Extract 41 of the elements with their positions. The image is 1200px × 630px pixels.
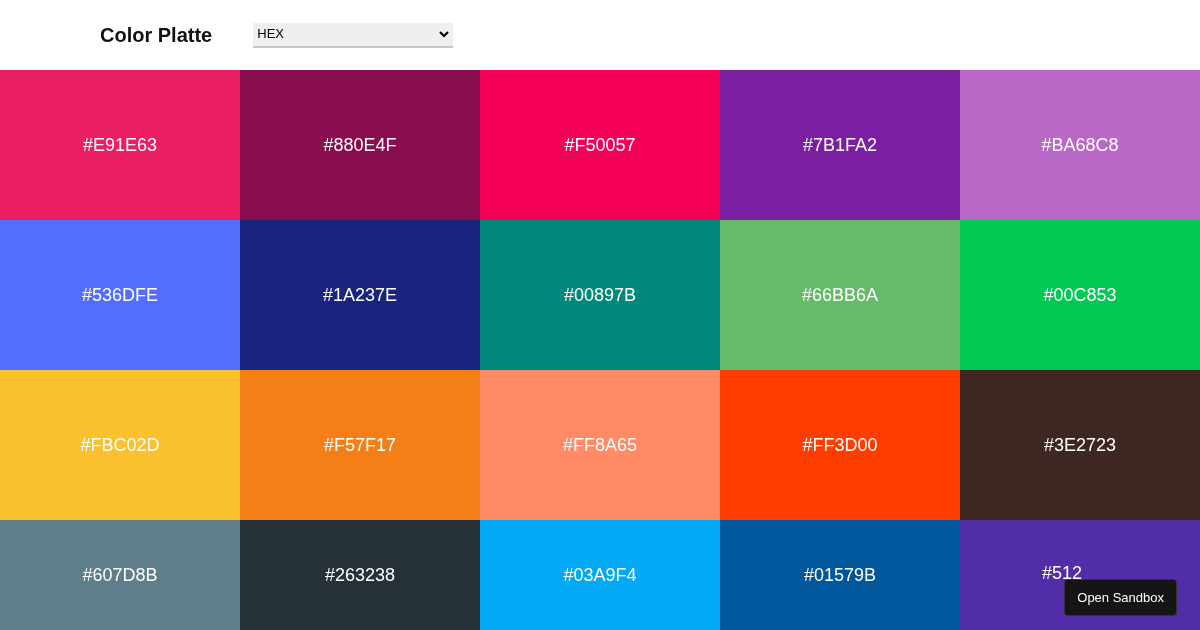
color-swatch[interactable]: #1A237E [240, 220, 480, 370]
color-swatch[interactable]: #880E4F [240, 70, 480, 220]
color-swatch[interactable]: #7B1FA2 [720, 70, 960, 220]
color-code: #00C853 [1043, 283, 1117, 307]
color-code: #66BB6A [801, 283, 879, 307]
color-swatch[interactable]: #01579B [720, 520, 960, 630]
color-code: #E91E63 [82, 133, 158, 157]
color-code: #00897B [563, 283, 637, 307]
color-code: #607D8B [82, 563, 158, 587]
color-code: #F57F17 [323, 433, 396, 457]
color-swatch[interactable]: #03A9F4 [480, 520, 720, 630]
color-swatch[interactable]: #536DFE [0, 220, 240, 370]
color-code: #3E2723 [1043, 433, 1117, 457]
open-sandbox-button[interactable]: Open Sandbox [1064, 578, 1177, 616]
page-title: Color Platte [100, 23, 213, 48]
color-swatch[interactable]: #FF8A65 [480, 370, 720, 520]
chevron-icon [439, 30, 450, 38]
color-code: #01579B [803, 563, 877, 587]
color-swatch[interactable]: #607D8B [0, 520, 240, 630]
color-swatch[interactable]: #00C853 [960, 220, 1200, 370]
color-swatch[interactable]: #F50057 [480, 70, 720, 220]
color-code: #536DFE [81, 283, 158, 307]
color-swatch[interactable]: #00897B [480, 220, 720, 370]
color-code: #FBC02D [80, 433, 160, 457]
color-code: #7B1FA2 [802, 133, 878, 157]
color-swatch[interactable]: #3E2723 [960, 370, 1200, 520]
color-swatch[interactable]: #66BB6A [720, 220, 960, 370]
color-swatch[interactable]: #263238 [240, 520, 480, 630]
color-code: #03A9F4 [563, 563, 637, 587]
color-swatch[interactable]: #FF3D00 [720, 370, 960, 520]
color-swatch[interactable]: #E91E63 [0, 70, 240, 220]
color-swatch[interactable]: #F57F17 [240, 370, 480, 520]
color-code: #1A237E [322, 283, 398, 307]
color-code: #263238 [324, 563, 396, 587]
format-select[interactable]: HEX [253, 22, 454, 48]
color-code: #FF8A65 [562, 433, 637, 457]
color-code: #F50057 [564, 133, 636, 157]
color-code: #880E4F [323, 133, 397, 157]
color-code: #FF3D00 [802, 433, 878, 457]
color-code: #BA68C8 [1041, 133, 1119, 157]
color-swatch[interactable]: #BA68C8 [960, 70, 1200, 220]
